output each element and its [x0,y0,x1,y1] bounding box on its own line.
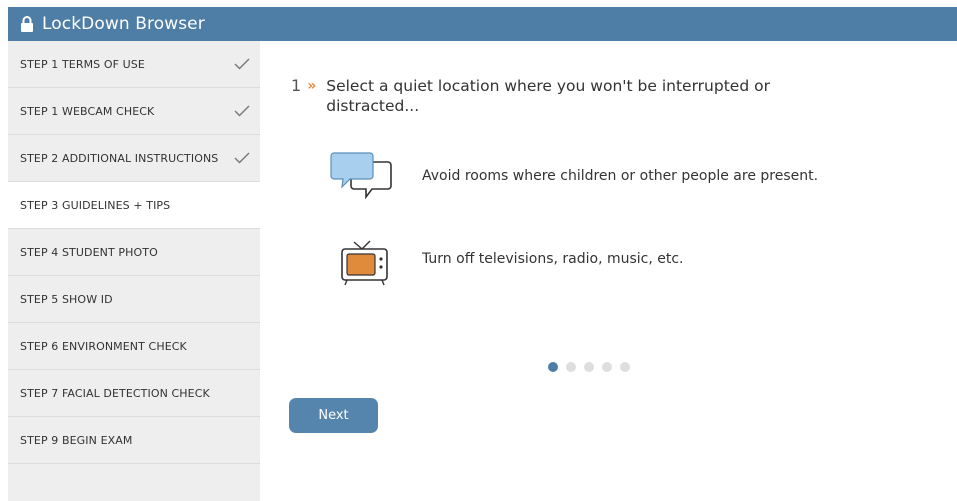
pager-dot[interactable] [620,362,630,372]
sidebar-item-label: STEP 9 BEGIN EXAM [20,433,133,447]
sidebar-item-label: STEP 6 ENVIRONMENT CHECK [20,339,187,353]
tip-text: Avoid rooms where children or other peop… [422,168,819,184]
next-button[interactable]: Next [289,398,378,433]
carousel-pager [548,362,630,372]
sidebar-item-webcam-check[interactable]: STEP 1 WEBCAM CHECK [8,88,260,135]
sidebar-item-begin-exam[interactable]: STEP 9 BEGIN EXAM [8,417,260,464]
sidebar-item-label: STEP 3 GUIDELINES + TIPS [20,198,171,212]
tip-item: Avoid rooms where children or other peop… [330,148,818,204]
steps-sidebar: STEP 1 TERMS OF USE STEP 1 WEBCAM CHECK … [8,41,260,501]
pager-dot[interactable] [602,362,612,372]
sidebar-item-student-photo[interactable]: STEP 4 STUDENT PHOTO [8,229,260,276]
title-bar: LockDown Browser [8,7,957,41]
main-panel: 1 » Select a quiet location where you wo… [260,41,957,501]
pager-dot[interactable] [566,362,576,372]
sidebar-item-label: STEP 4 STUDENT PHOTO [20,245,158,259]
sidebar-item-label: STEP 5 SHOW ID [20,292,113,306]
guideline-text: Select a quiet location where you won't … [326,77,770,115]
sidebar-item-label: STEP 2 ADDITIONAL INSTRUCTIONS [20,151,219,165]
sidebar-item-facial-detection-check[interactable]: STEP 7 FACIAL DETECTION CHECK [8,370,260,417]
sidebar-item-guidelines-tips[interactable]: STEP 3 GUIDELINES + TIPS [8,182,260,229]
television-icon [341,240,388,286]
pager-dot[interactable] [584,362,594,372]
window-title: LockDown Browser [42,14,205,34]
chat-bubbles-icon [330,152,392,200]
sidebar-item-additional-instructions[interactable]: STEP 2 ADDITIONAL INSTRUCTIONS [8,135,260,182]
sidebar-item-label: STEP 1 TERMS OF USE [20,57,145,71]
tip-text: Turn off televisions, radio, music, etc. [422,251,684,267]
checkmark-icon [234,58,250,70]
double-chevron-icon: » [307,78,317,94]
sidebar-item-show-id[interactable]: STEP 5 SHOW ID [8,276,260,323]
lock-icon [21,16,33,32]
tip-item: Turn off televisions, radio, music, etc. [330,231,684,287]
checkmark-icon [234,105,250,117]
guideline-heading: 1 » Select a quiet location where you wo… [291,76,851,116]
step-number: 1 [291,76,302,95]
sidebar-item-environment-check[interactable]: STEP 6 ENVIRONMENT CHECK [8,323,260,370]
pager-dot[interactable] [548,362,558,372]
checkmark-icon [234,152,250,164]
sidebar-item-label: STEP 7 FACIAL DETECTION CHECK [20,386,210,400]
sidebar-item-terms-of-use[interactable]: STEP 1 TERMS OF USE [8,41,260,88]
sidebar-item-label: STEP 1 WEBCAM CHECK [20,104,155,118]
